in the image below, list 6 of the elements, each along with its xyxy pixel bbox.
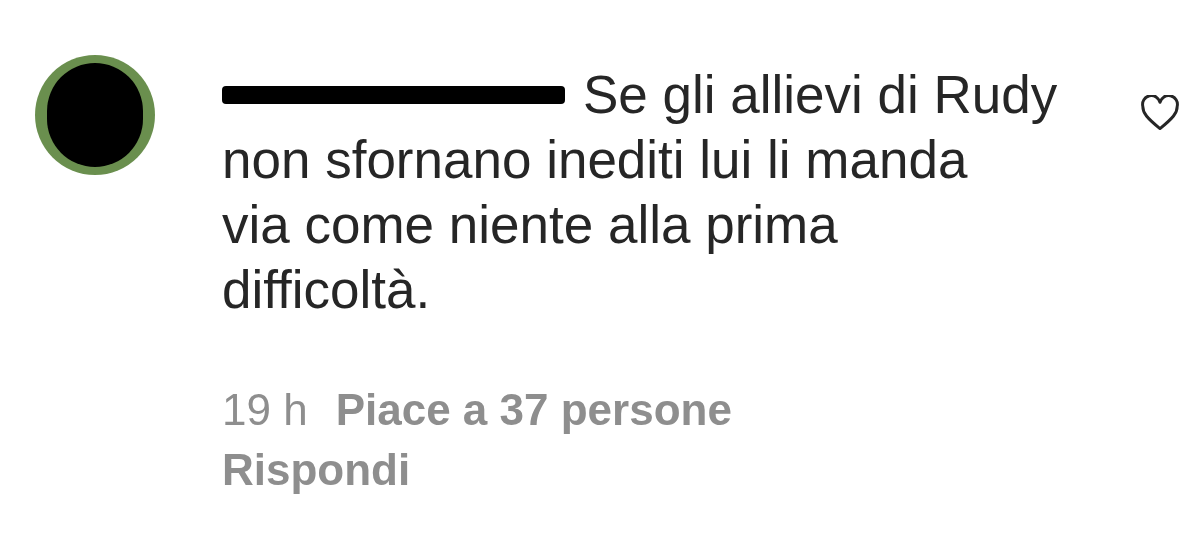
comment-text: non sfornano inediti lui li manda via come niente alla prima difficoltà. xyxy=(222,129,969,321)
comment-text: Se gli allievi di Rudy xyxy=(583,64,1058,126)
comment-time: 19 h xyxy=(222,384,308,436)
reply-button[interactable]: Rispondi xyxy=(222,442,411,497)
likes-count[interactable]: Piace a 37 persone xyxy=(335,382,732,437)
heart-icon[interactable] xyxy=(1140,95,1180,131)
